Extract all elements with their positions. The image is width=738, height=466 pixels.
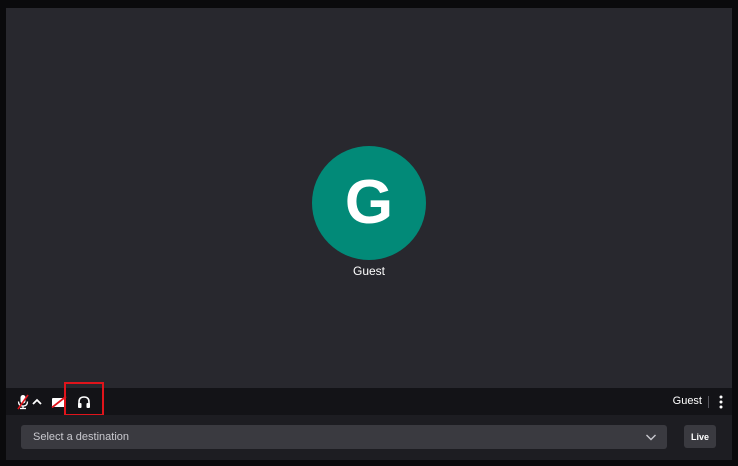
more-vertical-icon[interactable] xyxy=(716,393,726,410)
camera-off-icon[interactable] xyxy=(51,393,67,410)
destination-select[interactable]: Select a destination xyxy=(21,425,667,449)
microphone-muted-icon[interactable] xyxy=(16,393,30,410)
live-button[interactable]: Live xyxy=(684,425,716,448)
chevron-down-icon xyxy=(646,434,656,441)
app-window: G Guest Guest Select a destination Live xyxy=(0,0,738,466)
destination-bar: Select a destination Live xyxy=(6,415,732,460)
toolbar-divider xyxy=(708,396,709,408)
video-stage: G Guest xyxy=(6,8,732,388)
destination-placeholder: Select a destination xyxy=(33,431,130,443)
participant-name: Guest xyxy=(352,264,385,278)
participant-avatar: G xyxy=(312,146,426,260)
avatar-initial: G xyxy=(344,168,394,237)
chevron-up-icon[interactable] xyxy=(31,393,43,410)
toolbar-username: Guest xyxy=(672,395,702,407)
headphones-icon[interactable] xyxy=(76,393,92,410)
media-toolbar: Guest xyxy=(6,382,732,416)
